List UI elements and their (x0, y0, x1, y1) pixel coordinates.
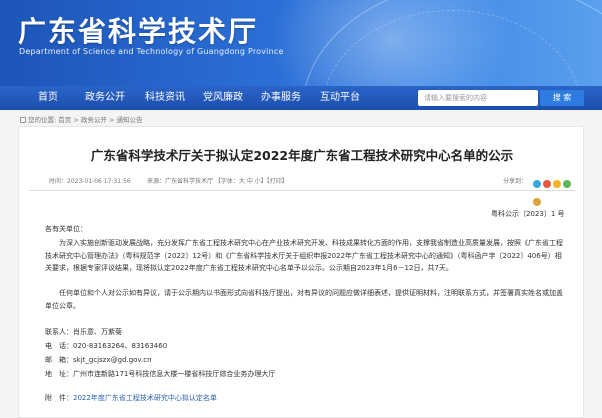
share-more-icon[interactable] (533, 198, 541, 206)
doc-number: 粤科公示〔2023〕1 号 (491, 210, 565, 218)
breadcrumb-item-gov-affairs[interactable]: 政务公开 (81, 116, 107, 124)
paragraph-2: 任何单位和个人对公示如有异议，请于公示期内以书面形式向省科技厅提出，对有异议的问… (45, 289, 563, 310)
breadcrumb-separator: > (71, 116, 81, 124)
contact-email: 邮 箱：skjt_gcjszx@gd.gov.cn (45, 355, 152, 365)
contact-person-label: 联系人： (45, 328, 73, 336)
search-button[interactable]: 搜 索 (540, 90, 584, 106)
attachment-label: 附 件： (45, 394, 73, 402)
site-title[interactable]: 广东省科学技术厅 (18, 10, 258, 50)
greeting: 各有关单位： (45, 225, 87, 233)
share-label: 分享到： (503, 178, 528, 185)
contact-person: 联系人：肖乐意、万紫菊 (45, 327, 122, 337)
location-icon (20, 117, 26, 123)
breadcrumb-prefix: 您的位置: (28, 116, 57, 124)
contact-email-value[interactable]: skjt_gcjszx@gd.gov.cn (73, 356, 152, 364)
meta-source[interactable]: 来源：广东省科学技术厅 【字体：大 中 小】【打印】 (147, 173, 288, 191)
article-meta: 时间：2023-01-06 17:31:56 来源：广东省科学技术厅 【字体：大… (29, 173, 575, 206)
article-panel: 广东省科学技术厅关于拟认定2022年度广东省工程技术研究中心名单的公示 时间：2… (18, 126, 584, 418)
share-qq-icon[interactable] (553, 180, 561, 188)
contact-address-label: 地 址： (45, 370, 73, 378)
search-input[interactable]: 请输入要搜索的内容 (418, 90, 538, 106)
site-header: 广东省科学技术厅 Department of Science and Techn… (0, 0, 602, 86)
contact-email-label: 邮 箱： (45, 356, 73, 364)
breadcrumb-item-notices[interactable]: 通知公告 (116, 116, 142, 124)
breadcrumb: 您的位置: 首页 > 政务公开 > 通知公告 (20, 114, 142, 124)
attachment-link[interactable]: 2022年度广东省工程技术研究中心拟认定名单 (73, 394, 217, 402)
contact-phone-label: 电 话： (45, 342, 73, 350)
contact-address-value: 广州市连新路171号科技信息大楼一楼省科技厅综合业务办理大厅 (73, 370, 276, 378)
share-wechat-icon[interactable] (563, 180, 571, 188)
contact-phone: 电 话：020-83163264、83163460 (45, 341, 167, 351)
article-title: 广东省科学技术厅关于拟认定2022年度广东省工程技术研究中心名单的公示 (90, 148, 514, 163)
share-qzone-icon[interactable] (543, 180, 551, 188)
nav-item-gov-affairs[interactable]: 政务公开 (80, 86, 130, 110)
site-subtitle: Department of Science and Technology of … (19, 47, 284, 56)
nav-item-integrity[interactable]: 党风廉政 (198, 86, 248, 110)
contact-address: 地 址：广州市连新路171号科技信息大楼一楼省科技厅综合业务办理大厅 (45, 369, 275, 379)
attachment: 附 件：2022年度广东省工程技术研究中心拟认定名单 (45, 393, 217, 403)
contact-person-value: 肖乐意、万紫菊 (73, 328, 122, 336)
nav-item-home[interactable]: 首页 (28, 86, 68, 110)
breadcrumb-item-home[interactable]: 首页 (58, 116, 71, 124)
paragraph-1: 为深入实施创新驱动发展战略，充分发挥广东省工程技术研究中心在产业技术研究开发、科… (45, 239, 563, 272)
nav-item-services[interactable]: 办事服务 (256, 86, 306, 110)
nav-item-news[interactable]: 科技资讯 (140, 86, 190, 110)
meta-time: 时间：2023-01-06 17:31:56 (49, 178, 131, 185)
nav-item-interaction[interactable]: 互动平台 (315, 86, 365, 110)
contact-phone-value: 020-83163264、83163460 (73, 342, 168, 350)
share-weibo-icon[interactable] (533, 180, 541, 188)
